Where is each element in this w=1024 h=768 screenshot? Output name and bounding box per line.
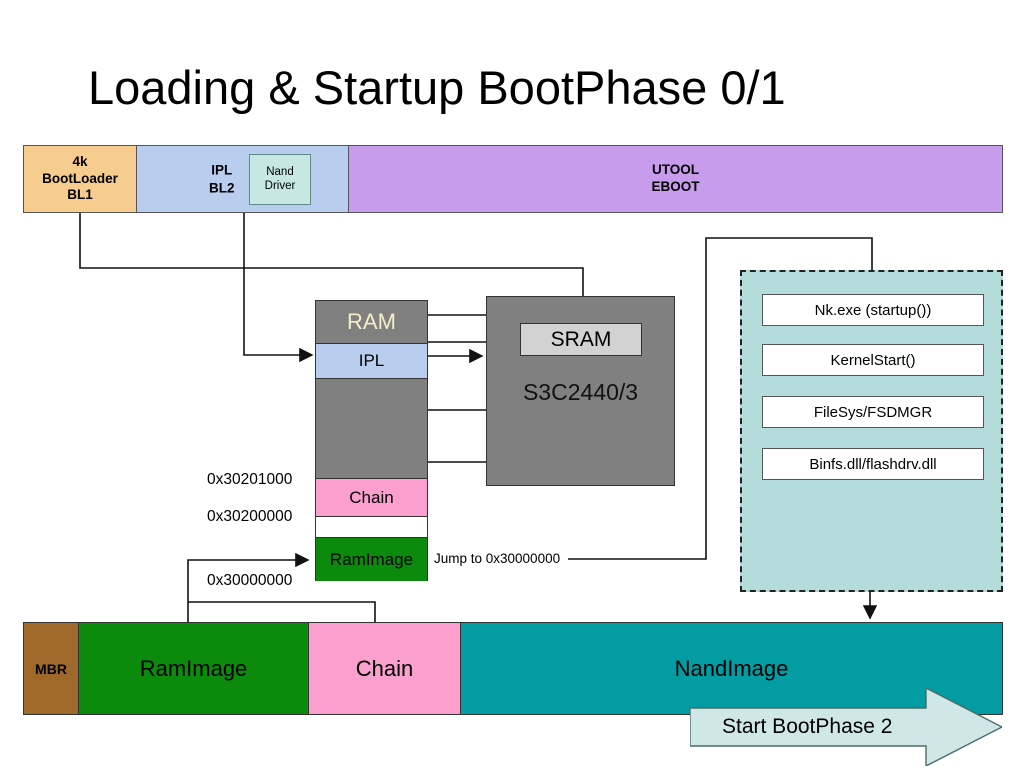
nand-driver-box: Nand Driver (249, 154, 311, 205)
nand-segment-chain: Chain (309, 623, 461, 714)
ram-region-gap (316, 517, 427, 538)
flash-segment-bl1: 4k BootLoader BL1 (24, 146, 137, 212)
wire-bl2-to-ram-ipl (243, 213, 314, 363)
flash-layout-bar: 4k BootLoader BL1 IPL BL2 Nand Driver UT… (23, 145, 1003, 213)
os-step-filesys: FileSys/FSDMGR (762, 396, 984, 428)
flash-segment-eboot: UTOOL EBOOT (349, 146, 1002, 212)
os-step-binfs: Binfs.dll/flashdrv.dll (762, 448, 984, 480)
bl2-label: IPL BL2 (209, 162, 235, 195)
nand-segment-ramimage: RamImage (79, 623, 309, 714)
nand-driver-label: Nand Driver (264, 165, 296, 192)
bl1-label: 4k BootLoader BL1 (42, 153, 118, 203)
start-bootphase-arrow: Start BootPhase 2 (690, 688, 1002, 766)
jump-annotation: Jump to 0x30000000 (434, 551, 561, 566)
ram-region-chain: Chain (316, 478, 427, 517)
ram-title: RAM (347, 309, 396, 334)
nand-segment-mbr: MBR (24, 623, 79, 714)
eboot-label: UTOOL EBOOT (651, 162, 700, 194)
os-step-kernelstart: KernelStart() (762, 344, 984, 376)
wire-nand-ramimage-to-ram (187, 552, 310, 622)
page-title: Loading & Startup BootPhase 0/1 (88, 61, 786, 114)
sram-box: SRAM (520, 323, 642, 356)
ram-region-ramimage: RamImage (316, 538, 427, 581)
address-label-0x30000000: 0x30000000 (207, 572, 293, 589)
start-bootphase-label: Start BootPhase 2 (722, 715, 893, 738)
os-startup-panel: Nk.exe (startup()) KernelStart() FileSys… (740, 270, 1003, 592)
ram-memory-map: RAM IPL Chain RamImage (315, 300, 428, 581)
wire-nand-chain-bracket (188, 601, 376, 622)
soc-name: S3C2440/3 (522, 379, 639, 405)
os-step-nkexe: Nk.exe (startup()) (762, 294, 984, 326)
flash-segment-bl2: IPL BL2 Nand Driver (137, 146, 349, 212)
ram-region-ipl: IPL (316, 343, 427, 379)
soc-chip: SRAM S3C2440/3 (486, 296, 675, 486)
address-label-0x30201000: 0x30201000 (207, 471, 293, 488)
address-label-0x30200000: 0x30200000 (207, 508, 293, 525)
slide-canvas: Loading & Startup BootPhase 0/1 4k BootL… (0, 0, 1024, 768)
